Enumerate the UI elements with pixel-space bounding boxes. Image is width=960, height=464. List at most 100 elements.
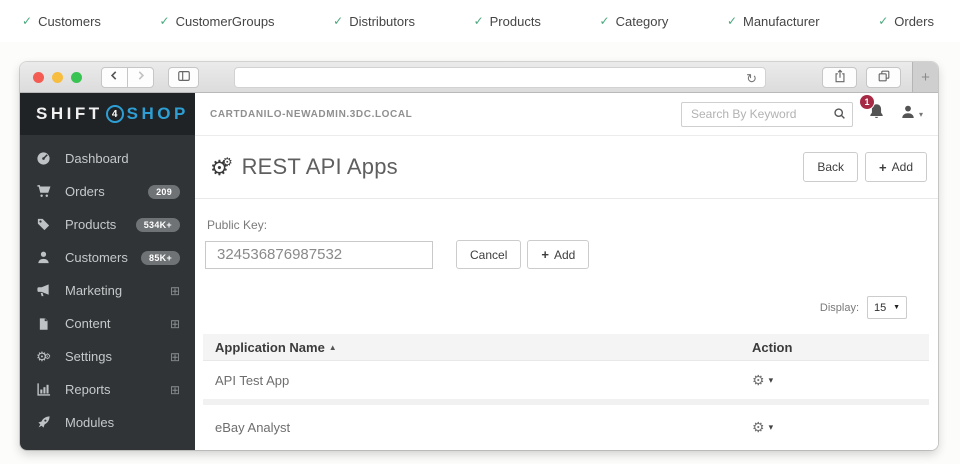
forward-button[interactable] [127,67,154,88]
page-header: ⚙⚙ REST API Apps Back + Add [195,136,938,199]
sidebar-nav: Dashboard Orders 209 Products 534K+ [20,135,195,439]
sidebar-item-label: Orders [65,184,105,199]
browser-chrome: ↻ + [20,62,938,93]
expand-icon[interactable]: ⊞ [170,284,180,298]
apps-table: Application Name ▲ Action API Test App ⚙… [203,334,929,449]
sidebar: SHIFT 4 SHOP Dashboard Orders 209 [20,93,195,450]
sidebar-item-marketing[interactable]: Marketing ⊞ [20,274,195,307]
notification-count-badge: 1 [860,95,874,109]
logo-four-circle: 4 [106,105,124,123]
display-count-value: 15 [874,302,886,314]
minimize-button[interactable] [52,72,63,83]
display-count-select[interactable]: 15 ▼ [867,296,907,319]
check-icon: ✓ [600,14,610,28]
cart-icon [35,184,52,199]
caret-down-icon: ▾ [769,422,774,433]
app-name-cell: eBay Analyst [215,420,752,435]
new-tab-button[interactable]: + [912,62,938,92]
reload-icon[interactable]: ↻ [746,69,757,88]
search-box [681,102,853,127]
expand-icon[interactable]: ⊞ [170,350,180,364]
account-menu-button[interactable]: ▾ [900,104,923,125]
table-header: Application Name ▲ Action [203,334,929,361]
sidebar-item-orders[interactable]: Orders 209 [20,175,195,208]
checklist-item-distributors: ✓ Distributors [333,14,415,29]
public-key-form: Public Key: Cancel + Add [195,199,938,269]
cogs-icon: ⚙⚙ [210,156,233,179]
sidebar-toggle-button[interactable] [168,67,199,88]
table-row: API Test App ⚙ ▾ [203,361,929,405]
back-button[interactable] [101,67,128,88]
check-icon: ✓ [160,14,170,28]
cancel-button[interactable]: Cancel [456,240,521,269]
sidebar-item-settings[interactable]: ⚙⚙ Settings ⊞ [20,340,195,373]
add-app-button[interactable]: + Add [865,152,927,182]
checklist-label: Customers [38,14,101,29]
checklist-item-products: ✓ Products [474,14,541,29]
checklist-label: Products [490,14,541,29]
sidebar-item-content[interactable]: Content ⊞ [20,307,195,340]
tabs-icon [877,69,891,86]
checklist-label: CustomerGroups [176,14,275,29]
checklist-label: Distributors [349,14,415,29]
logo-text-shift: SHIFT [36,104,103,124]
file-icon [35,317,52,331]
public-key-row: Cancel + Add [205,240,938,269]
checklist-item-customers: ✓ Customers [22,14,101,29]
notifications-button[interactable]: 1 [868,103,885,125]
checklist-item-category: ✓ Category [600,14,669,29]
check-icon: ✓ [333,14,343,28]
plus-icon: + [879,160,887,175]
sidebar-item-reports[interactable]: Reports ⊞ [20,373,195,406]
back-page-button[interactable]: Back [803,152,858,182]
sidebar-item-label: Marketing [65,283,122,298]
tabs-overview-button[interactable] [866,67,901,88]
gears-icon: ⚙⚙ [35,350,52,363]
expand-icon[interactable]: ⊞ [170,383,180,397]
close-button[interactable] [33,72,44,83]
sidebar-item-label: Customers [65,250,128,265]
table-row: eBay Analyst ⚙ ▾ [203,405,929,449]
check-icon: ✓ [474,14,484,28]
tag-icon [35,217,52,232]
column-application-name[interactable]: Application Name ▲ [215,340,752,355]
confirm-add-button[interactable]: + Add [527,240,589,269]
account-icon [900,104,916,125]
checklist-item-manufacturer: ✓ Manufacturer [727,14,820,29]
public-key-input[interactable] [205,241,433,269]
row-action-menu[interactable]: ⚙ ▾ [752,373,917,387]
logo-text-shop: SHOP [127,104,189,124]
megaphone-icon [35,283,52,298]
row-action-menu[interactable]: ⚙ ▾ [752,420,917,434]
checklist-label: Orders [894,14,934,29]
sidebar-item-label: Content [65,316,111,331]
sidebar-item-dashboard[interactable]: Dashboard [20,142,195,175]
sidebar-item-label: Reports [65,382,111,397]
sidebar-item-label: Dashboard [65,151,129,166]
expand-icon[interactable]: ⊞ [170,317,180,331]
chevron-right-icon [134,69,147,85]
sidebar-item-label: Settings [65,349,112,364]
orders-count-badge: 209 [148,185,180,199]
chevron-left-icon [108,69,121,85]
caret-down-icon: ▾ [769,375,774,386]
checklist-item-customergroups: ✓ CustomerGroups [160,14,275,29]
admin-header: CARTDANILO-NEWADMIN.3DC.LOCAL 1 [195,93,938,136]
sidebar-item-products[interactable]: Products 534K+ [20,208,195,241]
address-bar[interactable]: ↻ [234,67,766,88]
admin-app: SHIFT 4 SHOP Dashboard Orders 209 [20,93,938,450]
share-button[interactable] [822,67,857,88]
sidebar-item-customers[interactable]: Customers 85K+ [20,241,195,274]
check-icon: ✓ [22,14,32,28]
sidebar-panel-icon [177,69,191,86]
main-panel: CARTDANILO-NEWADMIN.3DC.LOCAL 1 [195,93,938,450]
user-icon [35,250,52,265]
zoom-button[interactable] [71,72,82,83]
dashboard-icon [35,151,52,166]
search-icon[interactable] [833,107,846,125]
display-label: Display: [820,302,859,314]
rocket-icon [35,415,52,430]
search-input[interactable] [681,102,853,127]
sidebar-item-modules[interactable]: Modules [20,406,195,439]
browser-window: ↻ + SHIFT 4 SHOP [20,62,938,450]
